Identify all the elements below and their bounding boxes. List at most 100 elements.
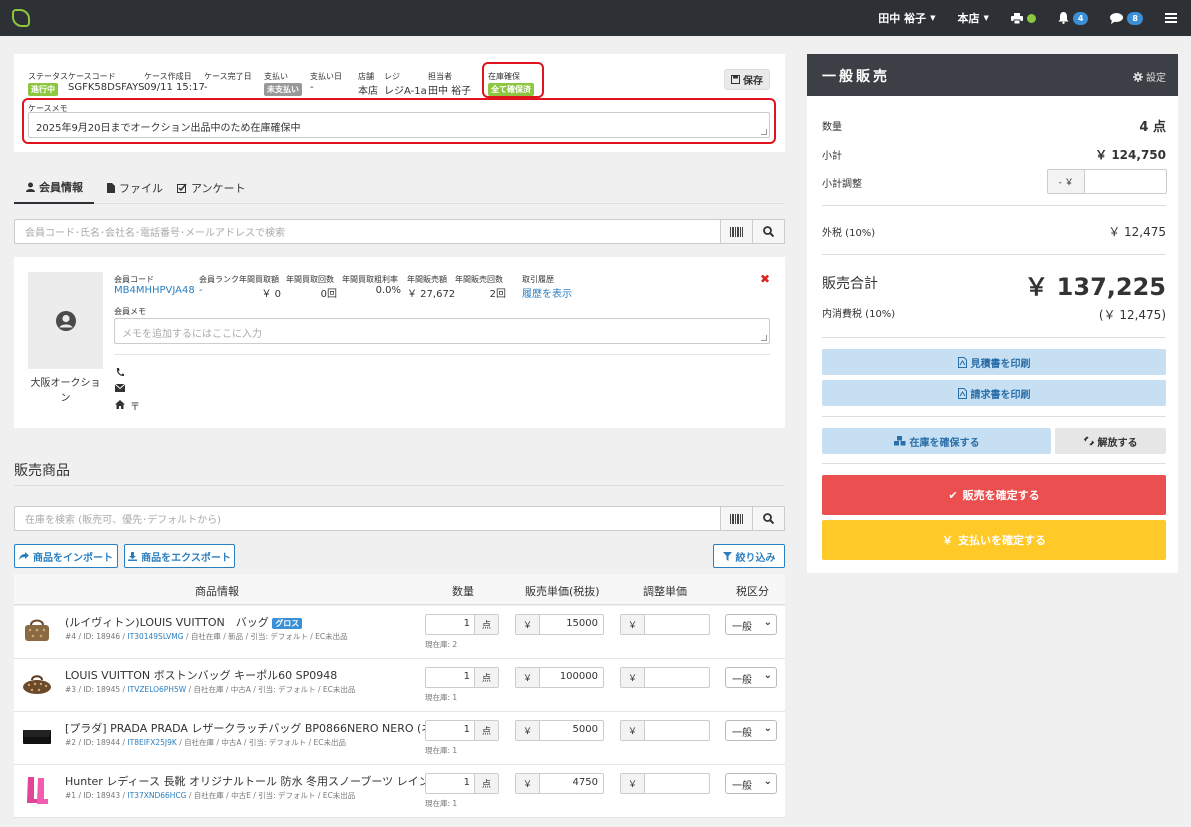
member-search-button[interactable] [752, 219, 785, 244]
tab-label: 会員情報 [39, 181, 83, 194]
stock-count: 現在庫: 1 [425, 745, 457, 756]
qty-total: 4 点 [1139, 120, 1166, 135]
staff-field: 担当者 田中 裕子 [428, 71, 471, 97]
adjusted-price-input[interactable]: ￥ [620, 667, 710, 688]
yen-prefix: ￥ [621, 774, 645, 793]
hamburger-menu-icon[interactable] [1165, 13, 1177, 23]
member-code-link[interactable]: MB4MHHPVJA48 [114, 285, 195, 296]
tab-label: アンケート [191, 182, 246, 195]
product-thumbnail-clutch[interactable] [22, 722, 52, 752]
reserve-stock-button[interactable]: 在庫を確保する [822, 428, 1051, 454]
product-item-code-link[interactable]: IT30149SLVMG [127, 632, 183, 641]
print-estimate-button[interactable]: 見積書を印刷 [822, 349, 1166, 375]
tax-class-select[interactable]: 一般 ⌄ [725, 773, 777, 794]
stock-value: 1 [452, 799, 458, 808]
quantity-input[interactable]: 1 点 [425, 667, 499, 688]
tax-class-select[interactable]: 一般 ⌄ [725, 667, 777, 688]
shop-field: 店舗 本店 [358, 71, 378, 97]
quantity-input[interactable]: 1 点 [425, 720, 499, 741]
user-menu[interactable]: 田中 裕子 ▼ [878, 10, 935, 26]
product-item-code-link[interactable]: IT37XND66HCG [127, 791, 186, 800]
divider [822, 416, 1166, 417]
product-item-code-link[interactable]: ITVZELO6PH5W [127, 685, 186, 694]
annual-purchase-count-value: 0回 [320, 289, 337, 300]
filter-button[interactable]: 絞り込み [713, 544, 785, 568]
tax-class-select[interactable]: 一般 ⌄ [725, 720, 777, 741]
import-products-button[interactable]: 商品をインポート [14, 544, 118, 568]
adjusted-price-input[interactable]: ￥ [620, 614, 710, 635]
member-tabs: 会員情報 ファイル アンケート [14, 172, 785, 204]
confirm-sale-button[interactable]: ✔ 販売を確定する [822, 475, 1166, 515]
notifications-button[interactable]: 4 [1058, 11, 1089, 25]
chevron-down-icon: ⌄ [763, 670, 772, 681]
adjusted-price-input[interactable]: ￥ [620, 773, 710, 794]
tax-class-select[interactable]: 一般 ⌄ [725, 614, 777, 635]
gear-icon [1133, 71, 1143, 82]
case-created-label: ケース作成日 [144, 72, 192, 81]
product-search-button[interactable] [752, 506, 785, 531]
case-status-field: ステータス 進行中 [28, 71, 68, 96]
app-logo[interactable] [12, 9, 30, 27]
case-completed-value: - [204, 82, 208, 93]
product-meta-prefix: #2 / ID: 18944 / [65, 738, 128, 747]
total-value: ￥ 137,225 [1024, 273, 1166, 301]
barcode-scan-button[interactable] [720, 219, 753, 244]
subtotal-label: 小計 [822, 151, 842, 162]
settings-label: 設定 [1146, 73, 1166, 84]
annual-sales-value: ￥ 27,672 [407, 289, 456, 300]
release-stock-button[interactable]: 解放する [1055, 428, 1166, 454]
product-item-code-link[interactable]: IT8EIFX25J9K [127, 738, 176, 747]
table-row: [プラダ] PRADA PRADA レザークラッチバッグ BP0866NERO … [14, 712, 785, 765]
member-code-label: 会員コード [114, 275, 154, 284]
product-meta: #4 / ID: 18946 / IT30149SLVMG / 自社在庫 / 新… [65, 631, 348, 642]
export-products-button[interactable]: 商品をエクスポート [124, 544, 235, 568]
barcode-icon [730, 513, 743, 524]
save-button[interactable]: 保存 [724, 69, 770, 90]
product-thumbnail-boots[interactable] [22, 775, 52, 805]
product-search-input[interactable]: 在庫を検索 (販売可、優先･デフォルトから) [14, 506, 721, 531]
annual-purchase-field: 年間買取額 ￥ 0 [239, 274, 281, 300]
subtotal-adjust-input[interactable]: - ￥ [1047, 169, 1167, 194]
tax-class-value: 一般 [732, 781, 752, 792]
member-code-field: 会員コード MB4MHHPVJA48 [114, 274, 195, 296]
settings-button[interactable]: 設定 [1133, 69, 1166, 84]
unit-price-input[interactable]: ￥ 5000 [515, 720, 604, 741]
tax-class-value: 一般 [732, 728, 752, 739]
annual-margin-field: 年間買取粗利率 0.0% [342, 274, 401, 296]
resize-handle-icon[interactable] [761, 335, 767, 341]
column-header-unit-price: 販売単価(税抜) [525, 585, 600, 598]
confirm-payment-label: 支払いを確定する [958, 534, 1046, 547]
product-barcode-button[interactable] [720, 506, 753, 531]
product-thumbnail-brown-bag[interactable] [22, 616, 52, 646]
annual-margin-value: 0.0% [375, 285, 401, 296]
yen-prefix: ￥ [621, 668, 645, 687]
tab-files[interactable]: ファイル [107, 172, 163, 204]
remove-member-icon[interactable]: ✖ [760, 272, 770, 286]
yen-prefix: ￥ [621, 721, 645, 740]
adjusted-price-input[interactable]: ￥ [620, 720, 710, 741]
payment-date-value: - [310, 82, 314, 93]
divider [822, 205, 1166, 206]
user-icon [26, 182, 35, 192]
printer-status[interactable] [1010, 12, 1036, 24]
unit-price-input[interactable]: ￥ 100000 [515, 667, 604, 688]
unlink-icon [1083, 436, 1094, 446]
confirm-payment-button[interactable]: ￥ 支払いを確定する [822, 520, 1166, 560]
quantity-input[interactable]: 1 点 [425, 614, 499, 635]
filter-icon [722, 551, 732, 561]
unit-price-input[interactable]: ￥ 4750 [515, 773, 604, 794]
member-search-input[interactable]: 会員コード･氏名･会社名･電話番号･メールアドレスで検索 [14, 219, 721, 244]
transaction-history-link[interactable]: 履歴を表示 [522, 285, 572, 300]
store-menu[interactable]: 本店 ▼ [957, 10, 988, 26]
unit-price-input[interactable]: ￥ 15000 [515, 614, 604, 635]
tab-member-info[interactable]: 会員情報 [14, 172, 94, 204]
messages-button[interactable]: 8 [1110, 11, 1143, 25]
product-thumbnail-boston-bag[interactable] [22, 669, 52, 699]
search-icon [763, 513, 774, 524]
stock-prefix: 現在庫: [425, 746, 453, 755]
member-memo-textarea[interactable]: メモを追加するにはここに入力 [114, 318, 770, 344]
print-invoice-button[interactable]: 請求書を印刷 [822, 380, 1166, 406]
store-name: 本店 [957, 12, 980, 25]
quantity-input[interactable]: 1 点 [425, 773, 499, 794]
tab-survey[interactable]: アンケート [177, 172, 246, 204]
